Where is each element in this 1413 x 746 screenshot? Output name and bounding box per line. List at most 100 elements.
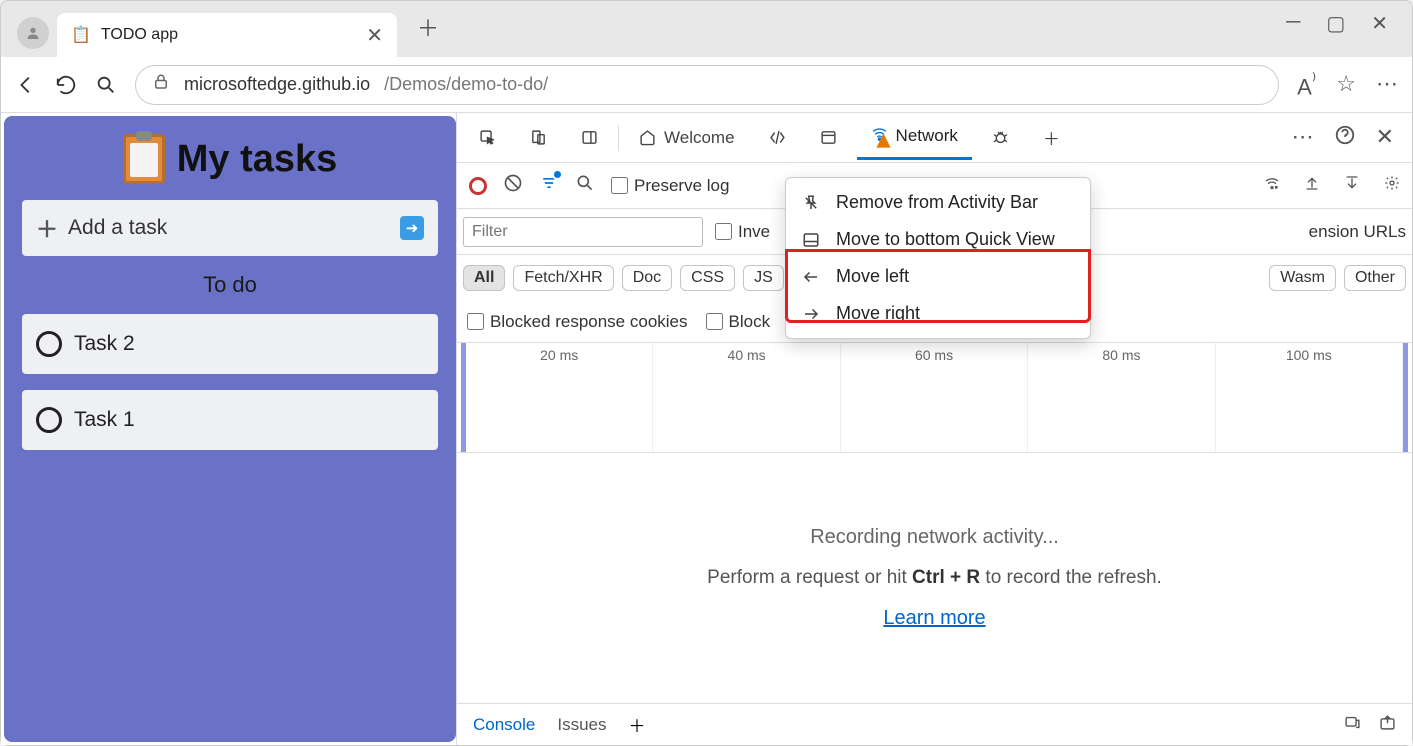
task-checkbox[interactable] [36,407,62,433]
section-title: To do [22,272,438,298]
browser-toolbar: microsoftedge.github.io/Demos/demo-to-do… [1,57,1412,113]
preserve-log-checkbox[interactable]: Preserve log [611,176,729,196]
help-icon[interactable] [1334,124,1356,152]
ctx-remove-from-activity-bar[interactable]: Remove from Activity Bar [786,184,1090,221]
context-menu: Remove from Activity Bar Move to bottom … [785,177,1091,339]
close-window-button[interactable]: ✕ [1371,11,1388,36]
new-tab-button[interactable]: ＋ [411,5,445,49]
tab-bug-icon[interactable] [978,119,1023,156]
profile-avatar[interactable] [17,17,49,49]
todo-app: My tasks ＋ Add a task ➜ To do Task 2 Tas… [4,116,456,742]
back-button[interactable] [15,74,37,96]
clear-button[interactable] [503,173,523,199]
invert-label: Inve [738,222,770,242]
add-tab-icon[interactable]: ＋ [1029,115,1074,160]
url-host: microsoftedge.github.io [184,74,370,95]
task-label: Task 1 [74,408,135,432]
tab-network[interactable]: Network [857,115,972,160]
network-timeline[interactable]: 20 ms 40 ms 60 ms 80 ms 100 ms [457,343,1412,453]
tab-welcome-label: Welcome [664,128,735,148]
task-label: Task 2 [74,332,135,356]
network-empty-state: Recording network activity... Perform a … [457,453,1412,703]
preserve-log-input[interactable] [611,177,628,194]
add-drawer-tab-icon[interactable]: ＋ [629,712,646,737]
lock-icon [152,73,170,96]
timeline-tick: 40 ms [653,343,840,452]
tab-title: TODO app [101,26,178,44]
ctx-move-bottom-label: Move to bottom Quick View [836,229,1055,250]
filter-doc[interactable]: Doc [622,265,672,291]
app-logo-icon [123,134,165,184]
tab-sources[interactable] [806,119,851,156]
inspect-element-icon[interactable] [465,119,510,156]
unpin-icon [802,194,822,212]
filter-css[interactable]: CSS [680,265,735,291]
panel-bottom-icon [802,231,822,249]
drawer-issues-tab[interactable]: Issues [557,715,606,735]
drawer-send-feedback-icon[interactable] [1344,714,1361,736]
more-menu-icon[interactable]: ⋯ [1376,71,1398,97]
content-area: My tasks ＋ Add a task ➜ To do Task 2 Tas… [1,113,1412,745]
clipboard-icon: 📋 [71,25,91,45]
favorite-icon[interactable]: ☆ [1336,71,1356,97]
browser-tab[interactable]: 📋 TODO app ✕ [57,13,397,57]
task-checkbox[interactable] [36,331,62,357]
filter-fetch[interactable]: Fetch/XHR [513,265,613,291]
settings-icon[interactable] [1384,175,1400,196]
ctx-remove-label: Remove from Activity Bar [836,192,1038,213]
drawer-expand-icon[interactable] [1379,714,1396,736]
close-devtools-icon[interactable]: ✕ [1376,124,1394,152]
ctx-move-left[interactable]: Move left [786,258,1090,295]
address-bar[interactable]: microsoftedge.github.io/Demos/demo-to-do… [135,65,1279,105]
maximize-button[interactable]: ▢ [1326,11,1345,36]
ctx-move-right-label: Move right [836,303,920,324]
add-task-label: Add a task [68,216,167,240]
filter-toggle-icon[interactable] [539,173,559,199]
read-aloud-icon[interactable]: A⁾ [1297,69,1316,100]
add-task-button[interactable]: ＋ Add a task ➜ [22,200,438,256]
more-tools-icon[interactable]: ⋯ [1292,124,1314,152]
device-emulation-icon[interactable] [516,119,561,156]
close-tab-icon[interactable]: ✕ [366,23,383,48]
blocked-cookies-checkbox[interactable]: Blocked response cookies [467,312,688,332]
ctx-move-left-label: Move left [836,266,909,287]
ctx-move-to-bottom[interactable]: Move to bottom Quick View [786,221,1090,258]
import-icon[interactable] [1304,175,1320,196]
arrow-left-icon [802,268,822,286]
throttling-icon[interactable] [1264,175,1280,196]
export-icon[interactable] [1344,175,1360,196]
task-item[interactable]: Task 1 [22,390,438,450]
ctx-move-right[interactable]: Move right [786,295,1090,332]
refresh-hint: Perform a request or hit Ctrl + R to rec… [707,567,1162,589]
timeline-tick: 80 ms [1028,343,1215,452]
filter-all[interactable]: All [463,265,505,291]
tab-elements[interactable] [755,119,800,156]
blocked-requests-checkbox[interactable]: Block [706,312,771,332]
dock-side-icon[interactable] [567,119,612,156]
preserve-log-label: Preserve log [634,176,729,196]
devtools-drawer: Console Issues ＋ [457,703,1412,745]
tab-network-label: Network [896,126,958,146]
toolbar-right: A⁾ ☆ ⋯ [1297,69,1398,100]
minimize-button[interactable]: ─ [1286,11,1300,36]
timeline-tick: 60 ms [841,343,1028,452]
search-button[interactable] [95,74,117,96]
submit-icon[interactable]: ➜ [400,216,424,240]
url-path: /Demos/demo-to-do/ [384,74,548,95]
plus-icon: ＋ [36,212,58,244]
arrow-right-icon [802,305,822,323]
drawer-console-tab[interactable]: Console [473,715,535,735]
filter-input[interactable] [463,217,703,247]
tab-welcome[interactable]: Welcome [625,118,749,158]
task-item[interactable]: Task 2 [22,314,438,374]
refresh-button[interactable] [55,74,77,96]
browser-window: 📋 TODO app ✕ ＋ ─ ▢ ✕ microsoftedge.githu… [0,0,1413,746]
filter-js[interactable]: JS [743,265,784,291]
invert-checkbox[interactable]: Inve [715,222,770,242]
record-button[interactable] [469,177,487,195]
window-controls: ─ ▢ ✕ [1270,1,1404,52]
filter-wasm[interactable]: Wasm [1269,265,1336,291]
filter-other[interactable]: Other [1344,265,1406,291]
search-icon[interactable] [575,173,595,199]
learn-more-link[interactable]: Learn more [883,607,985,630]
